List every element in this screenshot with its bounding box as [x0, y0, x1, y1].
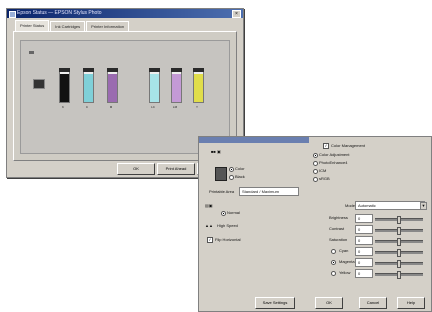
close-icon[interactable]: ×	[232, 10, 241, 18]
ink-label: K	[61, 105, 64, 109]
radio-color-adjustment[interactable]	[313, 153, 318, 158]
slider-track[interactable]	[375, 227, 423, 235]
tab-bar: Printer Status Ink Cartridges Printer In…	[15, 20, 130, 31]
slider-track[interactable]	[375, 271, 423, 279]
ink-label: LM	[172, 105, 178, 109]
radio-normal[interactable]	[221, 211, 226, 216]
slider-thumb[interactable]	[397, 216, 401, 224]
ink-label: M	[109, 105, 113, 109]
slider-label: Yellow	[339, 270, 351, 275]
app-icon	[9, 11, 16, 18]
color-adjustment-label: Color Adjustment	[319, 152, 350, 157]
ink-label: Y	[195, 105, 198, 109]
ok-button[interactable]: OK	[315, 297, 343, 309]
slider-value-field[interactable]: 0	[355, 247, 373, 256]
radio-channel[interactable]	[331, 260, 336, 265]
paper-section-label: ■■ ▣	[211, 149, 221, 154]
print-ahead-button[interactable]: Print Ahead	[157, 163, 195, 175]
slider-thumb[interactable]	[397, 249, 401, 257]
radio-photoenhance[interactable]	[313, 161, 318, 166]
photoenhance-label: PhotoEnhance4	[319, 160, 348, 165]
window-title: Epson Status — EPSON Stylus Photo	[17, 10, 102, 16]
ink-tank-light-cyan	[149, 68, 160, 103]
slider-track[interactable]	[375, 249, 423, 257]
icm-label: ICM	[319, 168, 327, 173]
flip-horizontal-label: Flip Horizontal	[215, 237, 241, 242]
slider-thumb[interactable]	[397, 271, 401, 279]
slider-value-field[interactable]: 0	[355, 225, 373, 234]
tab-printer-information[interactable]: Printer Information	[86, 21, 130, 31]
status-icon	[29, 51, 34, 54]
advanced-settings-window: ■■ ▣ Color Black Printable Area Standard…	[198, 136, 432, 312]
color-management-label: Color Management	[331, 143, 366, 148]
color-management-checkbox[interactable]: ✓	[323, 143, 329, 149]
help-button[interactable]: Help	[397, 297, 425, 309]
high-speed-icon: ▲▲	[205, 223, 213, 228]
radio-normal-label: Normal	[227, 210, 240, 215]
slider-thumb[interactable]	[397, 227, 401, 235]
radio-color[interactable]	[229, 167, 234, 172]
chevron-down-icon[interactable]: ▼	[420, 202, 427, 210]
high-speed-label: High Speed	[217, 223, 238, 228]
ok-button[interactable]: OK	[117, 163, 155, 175]
slider-track[interactable]	[375, 238, 423, 246]
slider-label: Contrast	[329, 226, 345, 231]
flip-horizontal-checkbox[interactable]: ✓	[207, 237, 213, 243]
slider-value-field[interactable]: 0	[355, 258, 373, 267]
ink-tank-yellow	[193, 68, 204, 103]
mode-select[interactable]: Automatic	[355, 201, 425, 210]
slider-label: Saturation	[329, 237, 348, 242]
slider-thumb[interactable]	[397, 260, 401, 268]
ink-label: C	[85, 105, 89, 109]
slider-label: Brightness	[329, 215, 348, 220]
radio-black-label: Black	[235, 174, 245, 179]
slider-track[interactable]	[375, 216, 423, 224]
speed-section-icon: ▤▣	[205, 203, 213, 208]
radio-icm[interactable]	[313, 169, 318, 174]
cancel-button[interactable]: Cancel	[359, 297, 387, 309]
tab-ink-cartridges[interactable]: Ink Cartridges	[50, 21, 86, 31]
srgb-label: sRGB	[319, 176, 330, 181]
ink-tank-cyan	[83, 68, 94, 103]
printable-area-field[interactable]: Standard / Maximum	[239, 187, 299, 196]
radio-color-label: Color	[235, 166, 245, 171]
slider-label: Magenta	[339, 259, 355, 264]
radio-srgb[interactable]	[313, 177, 318, 182]
slider-value-field[interactable]: 0	[355, 214, 373, 223]
slider-thumb[interactable]	[397, 238, 401, 246]
tab-printer-status[interactable]: Printer Status	[15, 20, 50, 31]
title-bar: Epson Status — EPSON Stylus Photo ×	[7, 9, 243, 18]
ink-tank-magenta	[107, 68, 118, 103]
slider-value-field[interactable]: 0	[355, 236, 373, 245]
ink-tank-light-magenta	[171, 68, 182, 103]
title-bar	[199, 137, 309, 143]
mode-label: Mode	[345, 203, 356, 208]
radio-channel[interactable]	[331, 271, 336, 276]
printable-area-label: Printable Area	[209, 189, 235, 194]
ink-label: LC	[151, 105, 155, 109]
ink-tank-black	[59, 68, 70, 103]
save-settings-button[interactable]: Save Settings	[255, 297, 295, 309]
paper-icon	[215, 167, 227, 181]
slider-value-field[interactable]: 0	[355, 269, 373, 278]
slider-track[interactable]	[375, 260, 423, 268]
radio-channel[interactable]	[331, 249, 336, 254]
radio-black[interactable]	[229, 175, 234, 180]
printer-icon	[33, 79, 45, 89]
slider-label: Cyan	[339, 248, 349, 253]
